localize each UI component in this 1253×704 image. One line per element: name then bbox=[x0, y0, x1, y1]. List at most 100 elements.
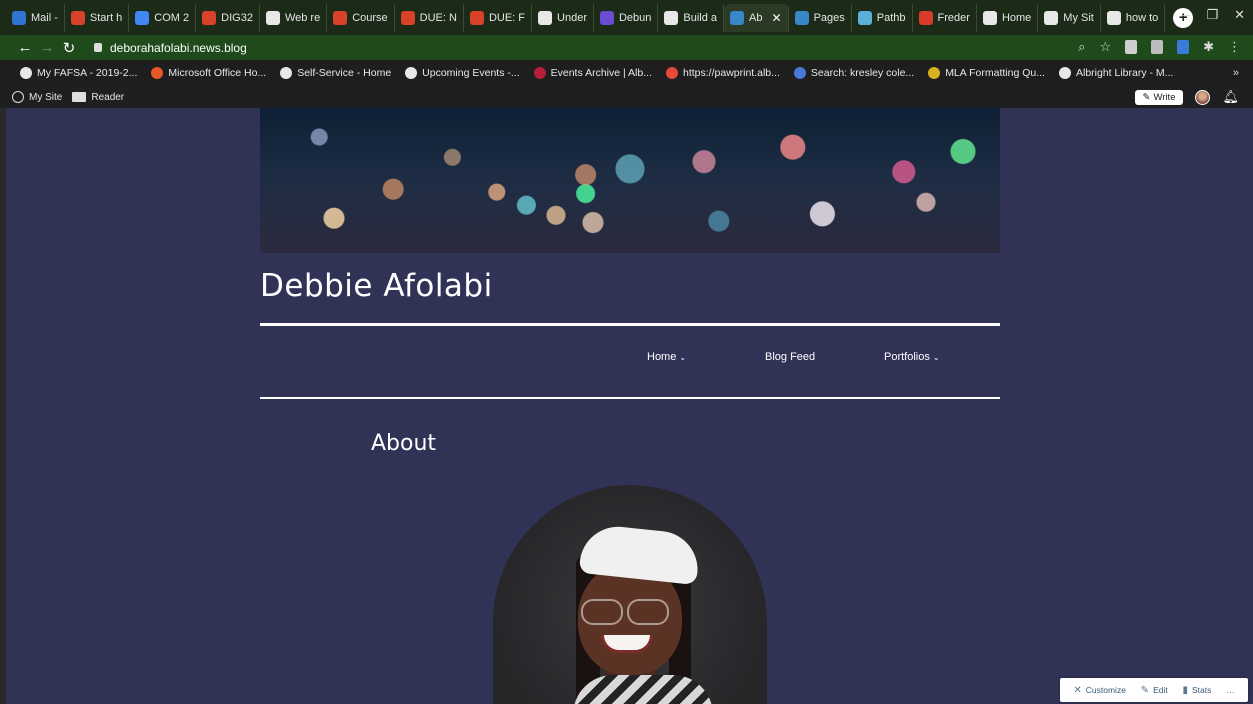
browser-tab[interactable]: Start h bbox=[65, 3, 130, 32]
tab-favicon-icon bbox=[469, 10, 484, 25]
browser-toolbar: ← → ↻ deborahafolabi.news.blog ⌕ ☆ ✱ ⋮ bbox=[0, 35, 1253, 60]
tab-label: My Sit bbox=[1063, 11, 1094, 24]
browser-tab[interactable]: Ab ✕ bbox=[724, 3, 789, 32]
page-title: About bbox=[371, 431, 437, 456]
clipboard-icon[interactable] bbox=[1151, 40, 1164, 54]
write-button[interactable]: ✎ Write bbox=[1134, 89, 1184, 105]
tab-label: DUE: N bbox=[419, 11, 457, 24]
browser-tab[interactable]: Web re bbox=[260, 3, 328, 32]
bookmark-label: Microsoft Office Ho... bbox=[168, 67, 267, 79]
browser-tab-strip: Mail - Start h COM 2 DIG32 Web re Course DUE: … bbox=[0, 0, 1253, 35]
tab-favicon-icon bbox=[538, 10, 553, 25]
close-window-icon[interactable]: ✕ bbox=[1234, 7, 1245, 23]
more-icon: … bbox=[1226, 685, 1235, 695]
stats-icon: ▮ bbox=[1182, 684, 1188, 696]
browser-tab[interactable]: Pathb bbox=[852, 3, 913, 32]
address-bar[interactable]: deborahafolabi.news.blog bbox=[94, 41, 247, 55]
tab-label: Mail - bbox=[31, 11, 58, 24]
tab-label: Pages bbox=[813, 11, 845, 24]
extension-icon[interactable] bbox=[1125, 40, 1138, 54]
bookmark-item[interactable]: https://pawprint.alb... bbox=[666, 67, 780, 79]
nav-portfolios-label: Portfolios bbox=[884, 351, 930, 363]
tab-favicon-icon bbox=[1106, 10, 1121, 25]
nav-portfolios[interactable]: Portfolios ⌄ bbox=[884, 351, 940, 363]
notifications-bell-icon[interactable]: 🔔︎ bbox=[1222, 89, 1239, 105]
minimize-icon[interactable]: – bbox=[1183, 7, 1190, 23]
browser-tab[interactable]: DUE: F bbox=[464, 3, 533, 32]
bookmark-item[interactable]: Search: kresley cole... bbox=[793, 67, 914, 79]
browser-tab[interactable]: Home bbox=[977, 3, 1039, 32]
stats-label: Stats bbox=[1191, 685, 1212, 695]
bookmark-item[interactable]: Microsoft Office Ho... bbox=[151, 67, 266, 79]
browser-tab[interactable]: My Sit bbox=[1038, 3, 1101, 32]
write-label: Write bbox=[1153, 91, 1176, 103]
wordpress-icon bbox=[12, 91, 24, 103]
more-bookmarks-icon[interactable]: » bbox=[1233, 67, 1239, 79]
nav-blog-feed-label: Blog Feed bbox=[765, 351, 816, 363]
more-button[interactable]: … bbox=[1226, 685, 1235, 695]
bookmark-item[interactable]: Albright Library - M... bbox=[1058, 67, 1173, 79]
tab-label: Web re bbox=[284, 11, 321, 24]
bookmark-item[interactable]: MLA Formatting Qu... bbox=[928, 67, 1045, 79]
edit-button[interactable]: ✎ Edit bbox=[1141, 685, 1168, 696]
browser-tab[interactable]: COM 2 bbox=[129, 3, 197, 32]
browser-tab[interactable]: Under bbox=[532, 3, 594, 32]
zoom-icon[interactable]: ⌕ bbox=[1078, 39, 1085, 55]
pencil-icon: ✎ bbox=[1140, 684, 1150, 696]
wp-admin-bar: My Site Reader ✎ Write 🔔︎ bbox=[0, 86, 1253, 108]
menu-dots-icon[interactable]: ⋮ bbox=[1228, 39, 1241, 55]
extension-badge-icon[interactable] bbox=[1177, 40, 1190, 54]
tab-label: COM 2 bbox=[154, 11, 190, 24]
back-icon[interactable]: ← bbox=[14, 39, 36, 56]
restore-icon[interactable]: ❐ bbox=[1206, 7, 1218, 23]
browser-tab[interactable]: how to bbox=[1101, 3, 1166, 32]
window-edge bbox=[0, 108, 6, 704]
tab-label: how to bbox=[1125, 11, 1159, 24]
reader-icon bbox=[72, 92, 87, 102]
reader-link[interactable]: Reader bbox=[72, 92, 124, 103]
bookmark-star-icon[interactable]: ☆ bbox=[1099, 39, 1111, 55]
bookmark-favicon-icon bbox=[928, 67, 941, 79]
my-site-link[interactable]: My Site bbox=[12, 91, 62, 103]
puzzle-icon[interactable]: ✱ bbox=[1203, 39, 1214, 55]
tab-label: DIG32 bbox=[221, 11, 253, 24]
tab-favicon-icon bbox=[333, 10, 348, 25]
bookmark-favicon-icon bbox=[405, 67, 418, 79]
tab-favicon-icon bbox=[982, 10, 997, 25]
wp-action-bar: ✕ Customize ✎ Edit ▮ Stats … bbox=[1060, 678, 1248, 702]
bookmark-item[interactable]: Events Archive | Alb... bbox=[533, 67, 652, 79]
customize-button[interactable]: ✕ Customize bbox=[1073, 685, 1126, 696]
browser-tab[interactable]: Debun bbox=[594, 3, 659, 32]
tab-favicon-icon bbox=[70, 10, 85, 25]
browser-tab[interactable]: Build a bbox=[658, 3, 725, 32]
forward-icon[interactable]: → bbox=[36, 39, 58, 56]
window-controls: – ❐ ✕ bbox=[1183, 7, 1245, 23]
browser-tab[interactable]: DIG32 bbox=[196, 3, 260, 32]
edit-label: Edit bbox=[1153, 685, 1168, 695]
bookmark-item[interactable]: My FAFSA - 2019-2... bbox=[20, 67, 137, 79]
nav-home[interactable]: Home ⌄ bbox=[647, 351, 686, 363]
browser-tab[interactable]: Course bbox=[327, 3, 395, 32]
write-icon: ✎ bbox=[1142, 91, 1151, 103]
browser-tab[interactable]: Mail - bbox=[6, 3, 65, 32]
tab-label: DUE: F bbox=[488, 11, 526, 24]
close-tab-icon[interactable]: ✕ bbox=[772, 11, 782, 25]
customize-label: Customize bbox=[1085, 685, 1126, 695]
chevron-down-icon: ⌄ bbox=[679, 352, 687, 362]
user-avatar[interactable] bbox=[1195, 89, 1211, 105]
site-title[interactable]: Debbie Afolabi bbox=[260, 268, 493, 304]
stats-button[interactable]: ▮ Stats bbox=[1182, 685, 1211, 696]
bookmark-item[interactable]: Self-Service - Home bbox=[280, 67, 391, 79]
browser-tab[interactable]: Freder bbox=[913, 3, 977, 32]
bookmark-favicon-icon bbox=[533, 67, 546, 79]
bookmark-list: My FAFSA - 2019-2... Microsoft Office Ho.… bbox=[20, 67, 1173, 79]
browser-tab[interactable]: Pages bbox=[789, 3, 852, 32]
browser-tab[interactable]: DUE: N bbox=[395, 3, 464, 32]
nav-home-label: Home bbox=[647, 351, 677, 363]
reload-icon[interactable]: ↻ bbox=[58, 39, 80, 57]
wp-admin-right: ✎ Write 🔔︎ bbox=[1134, 89, 1239, 105]
tab-favicon-icon bbox=[599, 10, 614, 25]
nav-blog-feed[interactable]: Blog Feed bbox=[765, 351, 815, 363]
chevron-down-icon: ⌄ bbox=[932, 352, 940, 362]
bookmark-item[interactable]: Upcoming Events -... bbox=[405, 67, 520, 79]
